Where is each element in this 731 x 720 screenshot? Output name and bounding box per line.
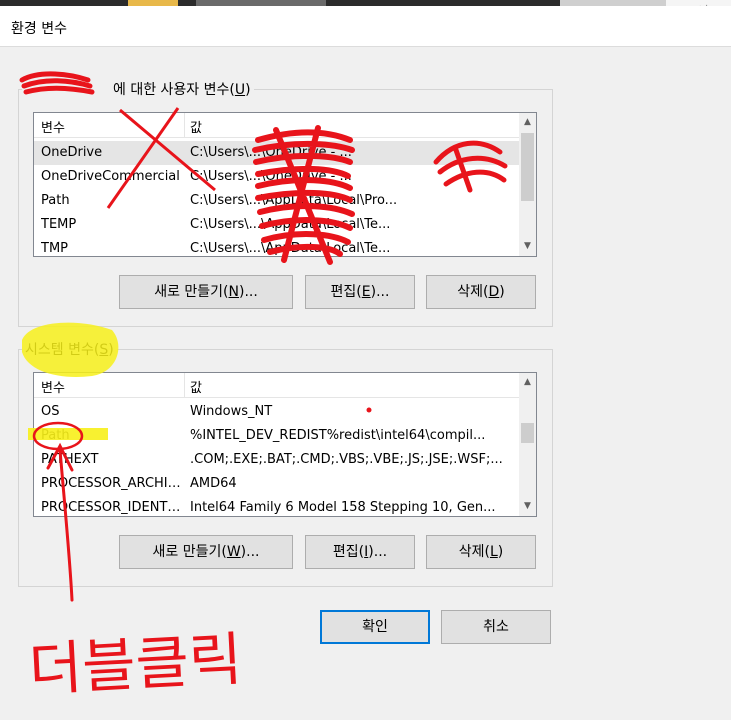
list-item-path[interactable]: Path %INTEL_DEV_REDIST%redist\intel64\com… <box>34 424 519 448</box>
column-header-variable[interactable]: 변수 <box>41 117 65 136</box>
user-delete-button[interactable]: 삭제(D) <box>426 275 536 309</box>
system-new-button[interactable]: 새로 만들기(W)... <box>119 535 293 569</box>
list-item[interactable]: PROCESSOR_IDENTIFIERIntel64 Family 6 Mod… <box>34 496 519 516</box>
list-header: 변수 값 <box>34 373 519 398</box>
handwritten-note: 더블클릭 <box>27 625 244 704</box>
column-header-value[interactable]: 값 <box>190 377 202 396</box>
window-title: 환경 변수 <box>11 21 67 37</box>
ok-button[interactable]: 확인 <box>320 610 430 644</box>
list-header: 변수 값 <box>34 113 519 138</box>
user-variables-list[interactable]: 변수 값 OneDrive C:\Users\...\OneDrive - ...… <box>33 112 537 257</box>
list-item[interactable]: PATHEXT .COM;.EXE;.BAT;.CMD;.VBS;.VBE;.JS… <box>34 448 519 472</box>
title-bar[interactable]: 환경 변수 <box>0 6 731 47</box>
list-item[interactable]: TEMP C:\Users\...\AppData\Local\Te... <box>34 213 519 237</box>
system-variables-list[interactable]: 변수 값 OS Windows_NT Path %INTEL_DEV_REDIST%… <box>33 372 537 517</box>
scroll-thumb[interactable] <box>521 423 534 443</box>
list-item[interactable]: OneDrive C:\Users\...\OneDrive - ... <box>34 141 519 165</box>
user-new-button[interactable]: 새로 만들기(N)... <box>119 275 293 309</box>
list-item[interactable]: OneDriveCommercial C:\Users\...\OneDrive … <box>34 165 519 189</box>
list-item[interactable]: TMP C:\Users\...\AppData\Local\Te... <box>34 237 519 256</box>
list-item[interactable]: Path C:\Users\...\AppData\Local\Pro... <box>34 189 519 213</box>
system-variables-label: 시스템 변수(S) <box>22 339 117 359</box>
list-item[interactable]: PROCESSOR_ARCHITECTUREAMD64 <box>34 472 519 496</box>
column-header-value[interactable]: 값 <box>190 117 202 136</box>
scroll-up-icon[interactable]: ▲ <box>519 114 536 131</box>
system-delete-button[interactable]: 삭제(L) <box>426 535 536 569</box>
scroll-up-icon[interactable]: ▲ <box>519 374 536 391</box>
cancel-button[interactable]: 취소 <box>441 610 551 644</box>
system-edit-button[interactable]: 편집(I)... <box>305 535 415 569</box>
list-item[interactable]: OS Windows_NT <box>34 400 519 424</box>
column-header-variable[interactable]: 변수 <box>41 377 65 396</box>
scroll-down-icon[interactable]: ▼ <box>519 498 536 515</box>
scroll-thumb[interactable] <box>521 133 534 201</box>
vertical-scrollbar[interactable]: ▲ ▼ <box>519 113 536 256</box>
scroll-down-icon[interactable]: ▼ <box>519 238 536 255</box>
user-edit-button[interactable]: 편집(E)... <box>305 275 415 309</box>
user-variables-label: 에 대한 사용자 변수(U) <box>22 79 254 99</box>
vertical-scrollbar[interactable]: ▲ ▼ <box>519 373 536 516</box>
